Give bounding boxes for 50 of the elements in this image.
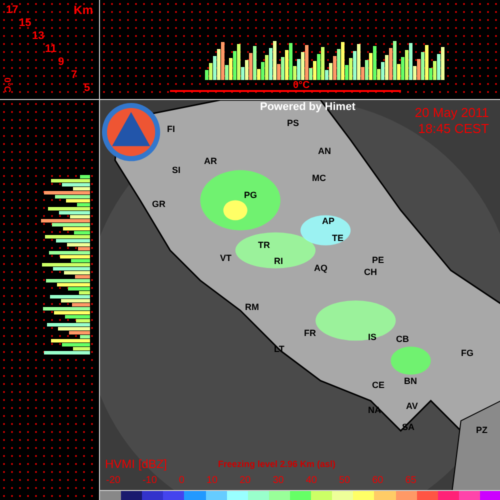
city-label: PE bbox=[372, 255, 384, 265]
height-label: 5 bbox=[84, 82, 90, 94]
date-text: 20 May 2011 bbox=[414, 105, 489, 120]
tick-label: -10 bbox=[142, 475, 157, 486]
tick-label: 50 bbox=[338, 475, 350, 486]
city-label: AR bbox=[204, 156, 217, 166]
tick-label: 10 bbox=[206, 475, 218, 486]
freezing-level-text: Freezing level 2.96 Km (asl) bbox=[218, 459, 336, 469]
height-label: 13 bbox=[32, 30, 44, 42]
city-label: AQ bbox=[314, 263, 328, 273]
tick-label: 60 bbox=[372, 475, 384, 486]
freezing-label: 0°C bbox=[2, 77, 13, 93]
city-label: CB bbox=[396, 334, 409, 344]
height-label: 9 bbox=[58, 56, 64, 68]
city-label: PS bbox=[287, 118, 300, 128]
city-label: VT bbox=[220, 253, 232, 263]
city-label: TR bbox=[258, 240, 270, 250]
tick-label: 65 bbox=[405, 475, 416, 486]
credit-text: Powered by Himet bbox=[260, 101, 356, 113]
tick-label: 40 bbox=[306, 475, 317, 486]
unit-label: Km bbox=[74, 3, 93, 17]
city-label: FG bbox=[461, 348, 474, 358]
city-label: AV bbox=[406, 401, 418, 411]
city-label: IS bbox=[368, 332, 377, 342]
city-label: AP bbox=[322, 216, 335, 226]
legend-title: HVMI [dBZ] bbox=[105, 457, 168, 471]
city-label: BN bbox=[404, 376, 417, 386]
city-label: TE bbox=[332, 233, 344, 243]
height-label: 11 bbox=[45, 43, 57, 55]
freezing-label: 0°C bbox=[293, 80, 310, 91]
tick-label: 0 bbox=[178, 475, 184, 486]
height-label: 7 bbox=[71, 69, 78, 81]
city-label: CE bbox=[372, 380, 385, 390]
city-label: RM bbox=[245, 302, 259, 312]
tick-label: 20 bbox=[240, 475, 251, 486]
city-label: PZ bbox=[476, 425, 488, 435]
tick-label: -20 bbox=[106, 475, 120, 486]
city-label: FI bbox=[167, 124, 175, 134]
height-label: 15 bbox=[19, 17, 32, 29]
city-label: SI bbox=[172, 165, 181, 175]
tick-label: 30 bbox=[272, 475, 284, 486]
city-label: PG bbox=[244, 190, 258, 200]
city-label: MC bbox=[312, 173, 326, 183]
city-label: CH bbox=[364, 267, 377, 277]
height-label: 17 bbox=[6, 4, 18, 16]
city-label: FR bbox=[304, 328, 316, 338]
city-label: RI bbox=[274, 256, 283, 266]
time-text: 18:45 CEST bbox=[418, 121, 489, 136]
city-label: GR bbox=[152, 199, 166, 209]
city-label: AN bbox=[318, 146, 331, 156]
